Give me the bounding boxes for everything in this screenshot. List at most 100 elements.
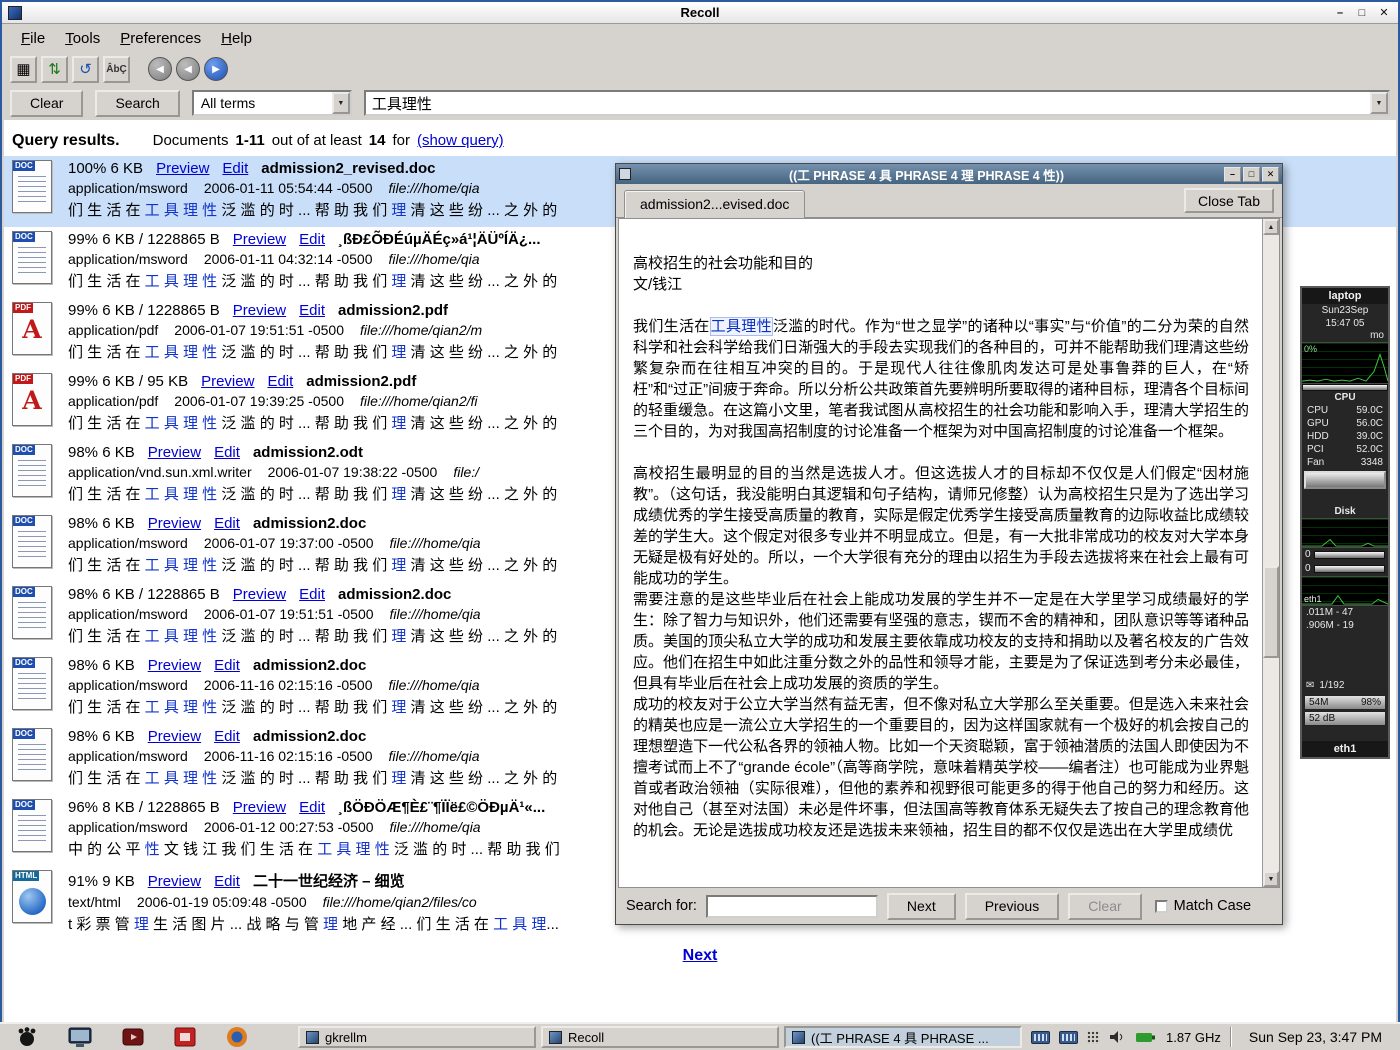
gk-mo-label: mo <box>1302 330 1388 342</box>
scrollbar-thumb[interactable] <box>1263 566 1279 658</box>
preview-link[interactable]: Preview <box>233 799 286 816</box>
result-snippet: 们 生 活 在 工 具 理 性 泛 滥 的 时 ... 帮 助 我 们 理 清 … <box>68 625 557 646</box>
result-title: ¸ßÖÐÖÆ¶È£¨¶ÏÏë£©ÖÐµÄ¹«... <box>338 799 545 816</box>
preview-link[interactable]: Preview <box>148 515 201 532</box>
chevron-down-icon[interactable]: ▼ <box>332 92 350 114</box>
show-query-link[interactable]: (show query) <box>417 132 504 149</box>
taskbar-window-button[interactable]: Recoll <box>541 1026 779 1048</box>
preview-link[interactable]: Preview <box>148 873 201 890</box>
first-page-button[interactable]: ◀ <box>148 57 172 81</box>
next-page-button[interactable]: ▶ <box>204 57 228 81</box>
task-buttons: gkrellmRecoll((工 PHRASE 4 具 PHRASE ... <box>298 1026 1022 1048</box>
preview-link[interactable]: Preview <box>201 373 254 390</box>
gk-volume-meter[interactable]: 52 dB <box>1304 711 1386 726</box>
find-input[interactable] <box>706 895 878 918</box>
gk-bottom-label: eth1 <box>1302 741 1388 757</box>
text-segment: 工 具 理 性 <box>145 486 218 503</box>
battery-icon[interactable] <box>1135 1031 1157 1044</box>
edit-link[interactable]: Edit <box>214 444 240 461</box>
result-relevance-size: 99% 6 KB / 1228865 B <box>68 231 220 248</box>
preview-scrollbar[interactable]: ▲ ▼ <box>1262 219 1279 887</box>
reload-icon: ↺ <box>79 60 92 78</box>
close-icon[interactable]: ✕ <box>1376 5 1392 20</box>
firefox-icon[interactable] <box>226 1026 248 1048</box>
chevron-down-icon[interactable]: ▼ <box>1370 92 1388 114</box>
scroll-up-icon[interactable]: ▲ <box>1263 219 1279 235</box>
menu-preferences[interactable]: Preferences <box>111 27 210 50</box>
close-icon[interactable]: ✕ <box>1262 167 1279 182</box>
edit-link[interactable]: Edit <box>214 515 240 532</box>
package-icon[interactable] <box>174 1026 196 1048</box>
taskbar-window-button[interactable]: ((工 PHRASE 4 具 PHRASE ... <box>784 1026 1022 1048</box>
preview-titlebar[interactable]: ((工 PHRASE 4 具 PHRASE 4 理 PHRASE 4 性)) –… <box>616 164 1282 184</box>
result-headline: 100% 6 KBPreviewEditadmission2_revised.d… <box>68 160 557 177</box>
preview-link[interactable]: Preview <box>233 586 286 603</box>
scroll-down-icon[interactable]: ▼ <box>1263 871 1279 887</box>
cpu-krell[interactable] <box>1302 384 1388 391</box>
cpu-chart: 0% <box>1302 342 1388 384</box>
result-date: 2006-01-07 19:38:22 -0500 <box>268 464 438 480</box>
keyboard-layout-icon[interactable] <box>1031 1031 1050 1044</box>
menu-help[interactable]: Help <box>212 27 261 50</box>
text-segment: 泛 滥 的 时 ... 帮 助 我 们 <box>217 415 391 432</box>
disk-krell[interactable] <box>1314 551 1385 559</box>
gk-fan-meter[interactable] <box>1304 471 1386 489</box>
history-button[interactable]: ↺ <box>72 56 99 83</box>
match-case-checkbox[interactable] <box>1155 900 1168 913</box>
clear-button[interactable]: Clear <box>10 90 83 117</box>
minimize-icon[interactable]: – <box>1224 167 1241 182</box>
find-previous-button[interactable]: Previous <box>965 893 1059 920</box>
menu-tools[interactable]: Tools <box>56 27 109 50</box>
search-button[interactable]: Search <box>95 90 179 117</box>
preview-link[interactable]: Preview <box>156 160 209 177</box>
next-results-link[interactable]: Next <box>683 947 718 965</box>
terminal-icon[interactable] <box>68 1027 92 1047</box>
find-next-button[interactable]: Next <box>887 893 956 920</box>
main-titlebar[interactable]: Recoll – □ ✕ <box>2 2 1398 24</box>
results-header: Query results. Documents 1-11 out of at … <box>4 120 1396 156</box>
preview-link[interactable]: Preview <box>148 657 201 674</box>
table-view-button[interactable]: ▦ <box>10 56 37 83</box>
text-segment: 工 具 理 <box>493 916 546 933</box>
close-tab-button[interactable]: Close Tab <box>1184 188 1274 213</box>
media-player-icon[interactable] <box>122 1026 144 1048</box>
result-mime: application/vnd.sun.xml.writer <box>68 464 252 480</box>
text-segment: 泛 滥 的 时 ... 帮 助 我 们 <box>217 628 391 645</box>
edit-link[interactable]: Edit <box>222 160 248 177</box>
edit-link[interactable]: Edit <box>214 873 240 890</box>
prev-page-button[interactable]: ◀ <box>176 57 200 81</box>
find-clear-button[interactable]: Clear <box>1068 893 1141 920</box>
preview-link[interactable]: Preview <box>148 728 201 745</box>
text-segment: 工 具 理 性 <box>145 202 218 219</box>
preview-link[interactable]: Preview <box>233 302 286 319</box>
sort-button[interactable]: ⇅ <box>41 56 68 83</box>
maximize-icon[interactable]: □ <box>1243 167 1260 182</box>
gk-cpu-title: CPU <box>1302 391 1388 404</box>
edit-link[interactable]: Edit <box>299 302 325 319</box>
edit-link[interactable]: Edit <box>214 728 240 745</box>
taskbar-window-button[interactable]: gkrellm <box>298 1026 536 1048</box>
minimize-icon[interactable]: – <box>1332 5 1348 20</box>
keyboard-layout-icon[interactable] <box>1059 1031 1078 1044</box>
preview-link[interactable]: Preview <box>148 444 201 461</box>
edit-link[interactable]: Edit <box>267 373 293 390</box>
text-segment: 清 这 些 纷 ... 之 外 的 <box>406 202 557 219</box>
input-grid-icon[interactable] <box>1087 1031 1100 1044</box>
edit-link[interactable]: Edit <box>299 586 325 603</box>
menu-file[interactable]: File <box>12 27 54 50</box>
preview-link[interactable]: Preview <box>233 231 286 248</box>
maximize-icon[interactable]: □ <box>1354 5 1370 20</box>
edit-link[interactable]: Edit <box>214 657 240 674</box>
term-explorer-button[interactable]: ÂbÇ <box>103 56 130 83</box>
disk-krell[interactable] <box>1314 565 1385 573</box>
desktop-menu-icon[interactable] <box>16 1026 38 1048</box>
search-mode-select[interactable]: All terms ▼ <box>192 90 352 116</box>
edit-link[interactable]: Edit <box>299 231 325 248</box>
volume-icon[interactable] <box>1109 1030 1126 1044</box>
preview-tab[interactable]: admission2...evised.doc <box>624 190 805 218</box>
edit-link[interactable]: Edit <box>299 799 325 816</box>
search-input[interactable] <box>366 95 1388 112</box>
gk-memory-meter[interactable]: 54M 98% <box>1304 695 1386 710</box>
text-segment: 需要注意的是这些毕业后在社会上能成功发展的学生并不一定是在大学里学习成绩最好的学… <box>633 591 1249 692</box>
taskbar-clock[interactable]: Sun Sep 23, 3:47 PM <box>1241 1029 1390 1045</box>
